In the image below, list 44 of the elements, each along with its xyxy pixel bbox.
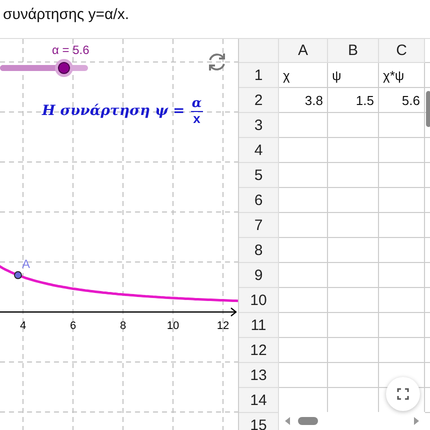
- row-header[interactable]: 12: [239, 338, 279, 363]
- slider-thumb[interactable]: [55, 59, 74, 77]
- point-a[interactable]: [14, 271, 22, 280]
- axis-tick-label: 8: [120, 320, 126, 332]
- heading-text: συνάρτησης y=α/x.: [2, 5, 130, 25]
- fullscreen-icon: [397, 388, 409, 400]
- axis-tick-label: 4: [20, 320, 26, 332]
- table-cell[interactable]: 1.5: [328, 88, 379, 113]
- scroll-right-icon[interactable]: [414, 417, 419, 425]
- row-header[interactable]: 13: [239, 363, 279, 388]
- slider[interactable]: [0, 59, 90, 77]
- row-header[interactable]: 14: [239, 388, 279, 413]
- slider-label: α = 5.6: [52, 43, 90, 57]
- point-label: A: [22, 257, 30, 272]
- row-header[interactable]: 5: [239, 163, 279, 188]
- row-header[interactable]: 8: [239, 238, 279, 263]
- table-cell[interactable]: χ*ψ: [379, 63, 425, 88]
- row-header[interactable]: 3: [239, 113, 279, 138]
- row-header[interactable]: 6: [239, 188, 279, 213]
- table-cell[interactable]: 3.8: [279, 88, 328, 113]
- row-header[interactable]: 9: [239, 263, 279, 288]
- column-header[interactable]: C: [379, 39, 425, 63]
- scroll-left-icon[interactable]: [285, 417, 290, 425]
- corner-cell[interactable]: [239, 39, 279, 63]
- axis-tick-label: 10: [166, 320, 180, 332]
- row-header[interactable]: 4: [239, 138, 279, 163]
- row-header[interactable]: 10: [239, 288, 279, 313]
- row-header[interactable]: 1: [239, 63, 279, 88]
- table-cell[interactable]: ψ: [328, 63, 379, 88]
- axis-tick-label: 6: [70, 320, 76, 332]
- formula-fraction: α x: [190, 97, 203, 126]
- refresh-icon[interactable]: [206, 51, 228, 73]
- column-header[interactable]: B: [328, 39, 379, 63]
- table-cell[interactable]: χ: [279, 63, 328, 88]
- row-header[interactable]: 7: [239, 213, 279, 238]
- row-header[interactable]: 2: [239, 88, 279, 113]
- formula-label: Η συνάρτηση ψ =: [42, 103, 185, 120]
- axis-tick-label: 12: [216, 320, 230, 332]
- scrollbar-thumb[interactable]: [298, 417, 318, 425]
- row-header[interactable]: 15: [239, 413, 279, 430]
- table-cell[interactable]: 5.6: [379, 88, 425, 113]
- row-header[interactable]: 11: [239, 313, 279, 338]
- scrollbar-thumb[interactable]: [426, 91, 430, 127]
- column-header[interactable]: A: [279, 39, 328, 63]
